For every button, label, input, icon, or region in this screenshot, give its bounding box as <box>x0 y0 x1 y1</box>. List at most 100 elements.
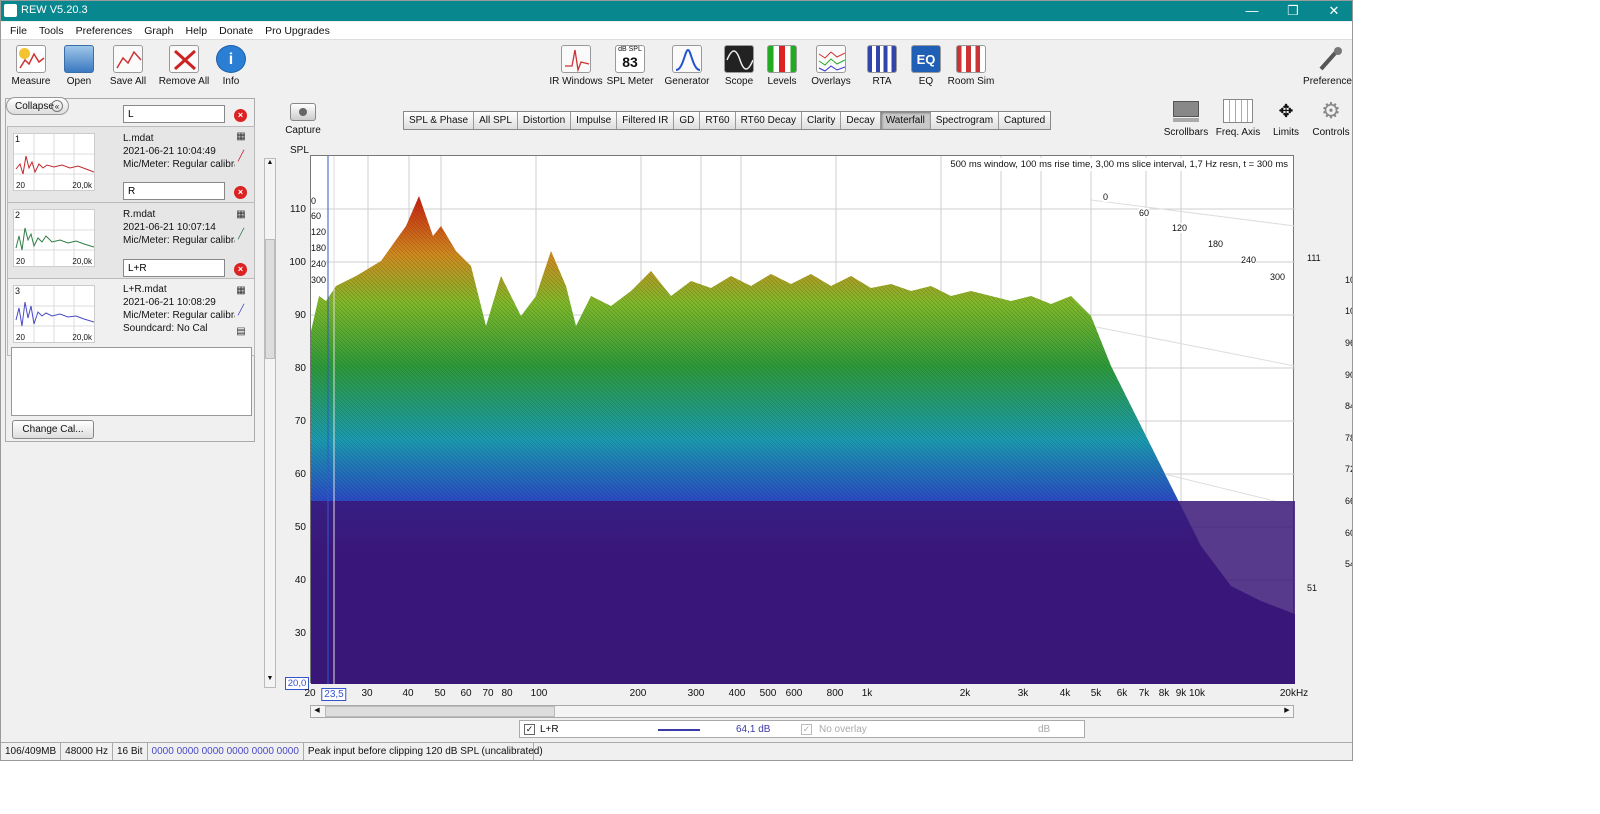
scrollbars-button[interactable]: Scrollbars <box>1156 99 1216 138</box>
folder-icon <box>64 45 94 73</box>
tab-captured[interactable]: Captured <box>999 112 1051 129</box>
horizontal-scrollbar[interactable]: ◀ ▶ <box>310 705 1294 718</box>
tab-waterfall[interactable]: Waterfall <box>880 112 931 129</box>
freq-axis-icon <box>1223 99 1253 123</box>
scale-tick-102: 102 <box>1345 306 1352 316</box>
change-cal-button[interactable]: Change Cal... <box>12 420 94 439</box>
menu-donate[interactable]: Donate <box>219 25 253 37</box>
vertical-scrollbar[interactable]: ▲ ▼ <box>264 158 276 688</box>
color-measurement-3-icon[interactable]: ╱ <box>235 305 247 317</box>
x-tick-6k: 6k <box>1116 688 1128 699</box>
scale-tick-54: 54 <box>1345 559 1352 569</box>
menu-tools[interactable]: Tools <box>39 25 64 37</box>
save-measurement-1-icon[interactable]: ▦ <box>235 131 247 143</box>
menu-help[interactable]: Help <box>186 25 208 37</box>
x-tick-30: 30 <box>361 688 373 699</box>
x-tick-7k: 7k <box>1138 688 1150 699</box>
scroll-up-icon[interactable]: ▲ <box>265 159 275 171</box>
collapse-label: Collapse <box>15 101 54 112</box>
color-measurement-2-icon[interactable]: ╱ <box>235 229 247 241</box>
x-tick-100: 100 <box>530 688 548 699</box>
spl-meter-button[interactable]: dB SPL 83 SPL Meter <box>600 45 660 87</box>
preferences-button[interactable]: Preferences <box>1299 45 1353 87</box>
thumb-max: 20,0k <box>72 181 92 190</box>
overlay-unit: dB <box>1038 724 1051 735</box>
preferences-label: Preferences <box>1303 76 1353 87</box>
tab-spectrogram[interactable]: Spectrogram <box>930 112 1000 129</box>
measurement-name-input-1[interactable] <box>123 105 225 123</box>
close-button[interactable]: ✕ <box>1314 1 1352 21</box>
camera-icon <box>290 103 316 121</box>
save-icon <box>113 45 143 73</box>
overlay-name: No overlay <box>819 724 867 735</box>
save-measurement-2-icon[interactable]: ▦ <box>235 209 247 221</box>
room-sim-button[interactable]: Room Sim <box>941 45 1001 87</box>
tab-gd[interactable]: GD <box>674 112 701 129</box>
y-tick-30: 30 <box>294 628 306 639</box>
ir-windows-button[interactable]: IR Windows <box>546 45 606 87</box>
delete-measurement-2-icon[interactable]: × <box>234 186 247 199</box>
controls-button[interactable]: ⚙ Controls <box>1301 99 1352 139</box>
restore-button[interactable]: ❐ <box>1273 1 1313 21</box>
collapse-button[interactable]: Collapse « <box>6 97 69 115</box>
measurement-mic: Mic/Meter: Regular calibration <box>123 310 235 321</box>
room-sim-label: Room Sim <box>947 76 995 87</box>
overlay-checkbox[interactable]: ✓ <box>801 724 812 735</box>
tab-rt60-decay[interactable]: RT60 Decay <box>735 112 802 129</box>
generator-button[interactable]: Generator <box>657 45 717 87</box>
tab-impulse[interactable]: Impulse <box>571 112 618 129</box>
legend-name: L+R <box>540 724 559 735</box>
measurement-name-input-3[interactable] <box>123 259 225 277</box>
x-tick-8k: 8k <box>1158 688 1170 699</box>
save-all-button[interactable]: Save All <box>98 45 158 87</box>
menu-pro-upgrades[interactable]: Pro Upgrades <box>265 25 330 37</box>
time-label-l240: 240 <box>311 259 327 269</box>
tab-clarity[interactable]: Clarity <box>802 112 842 129</box>
menu-preferences[interactable]: Preferences <box>76 25 133 37</box>
measurement-number: 3 <box>15 286 21 296</box>
scale-max: 111 <box>1307 253 1321 263</box>
info-button[interactable]: i Info <box>201 45 261 87</box>
notes-measurement-3-icon[interactable]: ▤ <box>235 326 247 338</box>
scale-tick-78: 78 <box>1345 433 1352 443</box>
capture-button[interactable]: Capture <box>283 103 323 136</box>
measurement-name-input-2[interactable] <box>123 182 225 200</box>
h-scroll-thumb[interactable] <box>325 706 555 717</box>
scroll-thumb[interactable] <box>265 239 275 359</box>
menu-graph[interactable]: Graph <box>144 25 173 37</box>
scale-tick-96: 96 <box>1345 338 1352 348</box>
measure-icon <box>16 45 46 73</box>
tab-distortion[interactable]: Distortion <box>517 112 572 129</box>
waterfall-info: 500 ms window, 100 ms rise time, 3,00 ms… <box>947 158 1291 171</box>
eq-icon: EQ <box>911 45 941 73</box>
color-measurement-1-icon[interactable]: ╱ <box>235 151 247 163</box>
measurement-file: L+R.mdat <box>123 284 167 295</box>
tab-filtered-ir[interactable]: Filtered IR <box>617 112 675 129</box>
scroll-down-icon[interactable]: ▼ <box>265 675 275 687</box>
tab-rt60[interactable]: RT60 <box>700 112 736 129</box>
save-measurement-3-icon[interactable]: ▦ <box>235 285 247 297</box>
measurement-soundcard: Soundcard: No Cal <box>123 323 208 334</box>
thumb-min: 20 <box>16 257 25 266</box>
measurement-card-3[interactable]: 3 20 20,0k L+R.mdat 2021-06-21 10:08:29 … <box>7 278 255 356</box>
scale-tick-84: 84 <box>1345 401 1352 411</box>
wrench-icon <box>1315 45 1345 73</box>
scroll-right-icon[interactable]: ▶ <box>1281 706 1293 717</box>
delete-measurement-3-icon[interactable]: × <box>234 263 247 276</box>
menu-file[interactable]: File <box>10 25 27 37</box>
tab-spl-phase[interactable]: SPL & Phase <box>404 112 475 129</box>
notes-area[interactable] <box>11 347 252 416</box>
controls-label: Controls <box>1312 127 1350 138</box>
x-cursor-box[interactable]: 23,5 <box>321 688 347 701</box>
legend-checkbox[interactable]: ✓ <box>524 724 535 735</box>
room-sim-icon <box>956 45 986 73</box>
x-tick-1k: 1k <box>861 688 873 699</box>
scroll-left-icon[interactable]: ◀ <box>311 706 323 717</box>
measurement-mic: Mic/Meter: Regular calibration <box>123 159 235 170</box>
minimize-button[interactable]: — <box>1232 1 1272 21</box>
tab-all-spl[interactable]: All SPL <box>474 112 518 129</box>
delete-measurement-1-icon[interactable]: × <box>234 109 247 122</box>
measurement-thumbnail: 20 20,0k <box>13 209 95 267</box>
waterfall-plot[interactable]: 500 ms window, 100 ms rise time, 3,00 ms… <box>310 155 1295 684</box>
tab-decay[interactable]: Decay <box>841 112 881 129</box>
